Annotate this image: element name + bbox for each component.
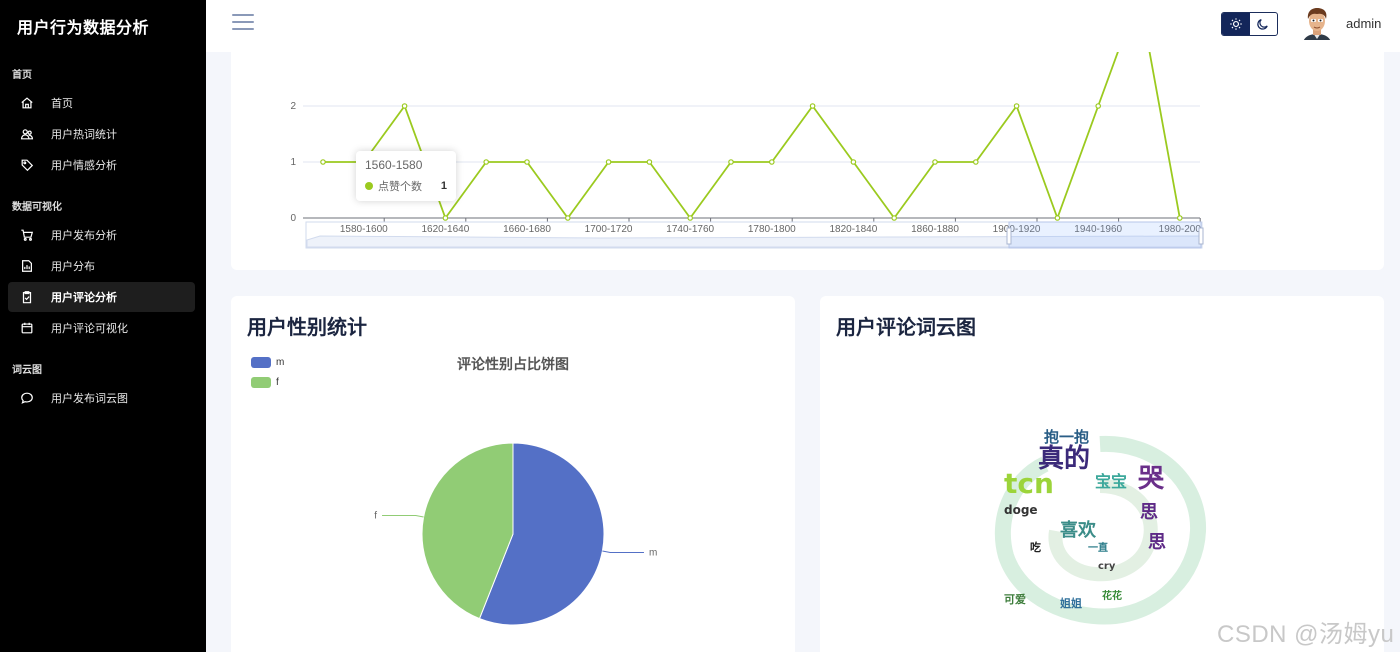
wordcloud-word: cry bbox=[1098, 561, 1116, 572]
home-icon bbox=[20, 96, 34, 110]
wordcloud-word: 思 bbox=[1140, 502, 1158, 523]
wordcloud-word: tcn bbox=[1004, 467, 1054, 500]
users-icon bbox=[20, 127, 34, 141]
wordcloud: 真的 tcn 宝宝 喜欢哭抱一抱 doge 思思可爱 姐姐 花花 cry 吃一直 bbox=[990, 426, 1210, 626]
sidebar-item-publish-analysis[interactable]: 用户发布分析 bbox=[8, 220, 195, 250]
wordcloud-word: 花花 bbox=[1102, 591, 1122, 602]
section-title-home: 首页 bbox=[12, 70, 32, 81]
sidebar-item-label: 用户情感分析 bbox=[51, 160, 117, 172]
tooltip-title: 1560-1580 bbox=[365, 158, 423, 172]
calendar-icon bbox=[20, 321, 34, 335]
card-title: 用户评论词云图 bbox=[836, 317, 976, 339]
tooltip-value: 1 bbox=[440, 180, 447, 192]
chat-bubble-icon bbox=[20, 391, 34, 405]
sidebar-item-label: 用户发布分析 bbox=[51, 230, 117, 242]
section-title-wordcloud: 词云图 bbox=[12, 365, 42, 376]
wordcloud-word: 可爱 bbox=[1004, 593, 1026, 606]
sidebar-item-comment-visualization[interactable]: 用户评论可视化 bbox=[8, 313, 195, 343]
sidebar-item-label: 用户评论分析 bbox=[51, 292, 117, 304]
sidebar-item-label: 用户热词统计 bbox=[51, 129, 117, 141]
wordcloud-word: doge bbox=[1004, 503, 1038, 517]
tooltip-series-dot bbox=[365, 182, 373, 190]
sidebar-item-comment-analysis[interactable]: 用户评论分析 bbox=[8, 282, 195, 312]
sidebar-item-home[interactable]: 首页 bbox=[8, 88, 195, 118]
sidebar-item-label: 首页 bbox=[51, 98, 73, 110]
pie-label-line bbox=[382, 514, 424, 518]
wordcloud-word: 姐姐 bbox=[1060, 597, 1082, 610]
gender-stats-card: 用户性别统计 m f 评论性别占比饼图 mf bbox=[231, 296, 795, 652]
clipboard-check-icon bbox=[20, 290, 34, 304]
wordcloud-word: 思 bbox=[1148, 532, 1166, 553]
pie-slice-label: f bbox=[374, 510, 377, 521]
wordcloud-word: 一直 bbox=[1088, 543, 1108, 554]
sidebar-item-distribution[interactable]: 用户分布 bbox=[8, 251, 195, 281]
pie-slice-label: m bbox=[649, 548, 657, 559]
wordcloud-word: 喜欢 bbox=[1060, 520, 1096, 541]
sidebar: 用户行为数据分析 首页 首页 用户热词统计 用户情感分析 数据可视化 用户发布分… bbox=[0, 0, 206, 652]
sidebar-item-hotwords[interactable]: 用户热词统计 bbox=[8, 119, 195, 149]
section-title-visualization: 数据可视化 bbox=[12, 202, 62, 213]
sidebar-item-label: 用户评论可视化 bbox=[51, 323, 128, 335]
sidebar-item-publish-wordcloud[interactable]: 用户发布词云图 bbox=[8, 383, 195, 413]
document-chart-icon bbox=[20, 259, 34, 273]
cart-icon bbox=[20, 228, 34, 242]
app-brand: 用户行为数据分析 bbox=[17, 20, 150, 37]
tooltip-series-name: 点赞个数 bbox=[378, 181, 422, 193]
username[interactable]: admin bbox=[1346, 16, 1381, 31]
wordcloud-word: 宝宝 bbox=[1095, 472, 1128, 491]
pie-label-line bbox=[602, 550, 644, 554]
sun-icon[interactable] bbox=[1222, 13, 1250, 35]
gender-pie-chart: mf bbox=[374, 442, 657, 626]
menu-toggle-icon[interactable] bbox=[232, 14, 254, 34]
tag-icon bbox=[20, 158, 34, 172]
theme-toggle[interactable] bbox=[1221, 12, 1278, 36]
sidebar-item-label: 用户发布词云图 bbox=[51, 393, 128, 405]
moon-icon[interactable] bbox=[1250, 13, 1278, 35]
chart-tooltip: 1560-1580 点赞个数 1 bbox=[356, 151, 456, 201]
wordcloud-word: 吃 bbox=[1030, 541, 1041, 554]
wordcloud-word: 哭 bbox=[1138, 464, 1165, 494]
sidebar-item-label: 用户分布 bbox=[51, 261, 95, 273]
wordcloud-word: 抱一抱 bbox=[1044, 428, 1090, 446]
watermark: CSDN @汤姆yu bbox=[1217, 621, 1395, 648]
sidebar-item-sentiment[interactable]: 用户情感分析 bbox=[8, 150, 195, 180]
comment-wordcloud-card: 用户评论词云图 真的 tcn 宝宝 喜欢哭抱一抱 doge 思思可爱 姐姐 花花 cry 吃一直 bbox=[820, 296, 1384, 652]
